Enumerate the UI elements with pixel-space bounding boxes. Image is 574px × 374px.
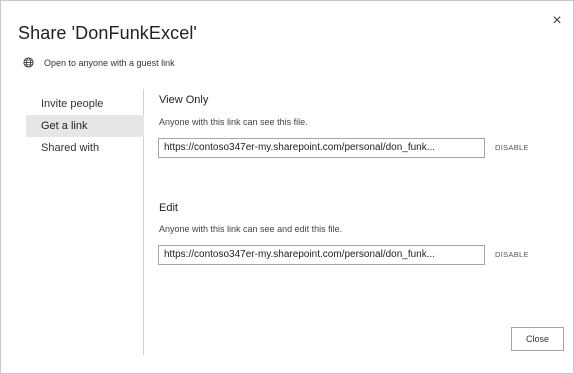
sidebar-item-shared-with[interactable]: Shared with: [26, 137, 144, 159]
dialog-title: Share 'DonFunkExcel': [18, 23, 197, 43]
view-only-description: Anyone with this link can see this file.: [159, 117, 308, 127]
edit-description: Anyone with this link can see and edit t…: [159, 224, 343, 234]
sidebar-item-invite-people[interactable]: Invite people: [26, 93, 144, 115]
guest-link-text: Open to anyone with a guest link: [44, 57, 175, 68]
close-button[interactable]: Close: [511, 327, 564, 351]
share-sidebar: Invite people Get a link Shared with: [26, 89, 144, 355]
guest-link-status: Open to anyone with a guest link: [23, 57, 175, 68]
share-dialog: Share 'DonFunkExcel' × Open to anyone wi…: [0, 0, 574, 374]
close-icon[interactable]: ×: [549, 13, 565, 29]
view-only-title: View Only: [159, 94, 209, 106]
view-only-link-field[interactable]: https://contoso347er-my.sharepoint.com/p…: [158, 138, 485, 158]
globe-icon: [23, 57, 34, 68]
view-only-disable-link[interactable]: DISABLE: [495, 143, 529, 152]
edit-title: Edit: [159, 202, 178, 214]
edit-link-field[interactable]: https://contoso347er-my.sharepoint.com/p…: [158, 245, 485, 265]
edit-disable-link[interactable]: DISABLE: [495, 250, 529, 259]
sidebar-item-get-a-link[interactable]: Get a link: [26, 115, 144, 137]
